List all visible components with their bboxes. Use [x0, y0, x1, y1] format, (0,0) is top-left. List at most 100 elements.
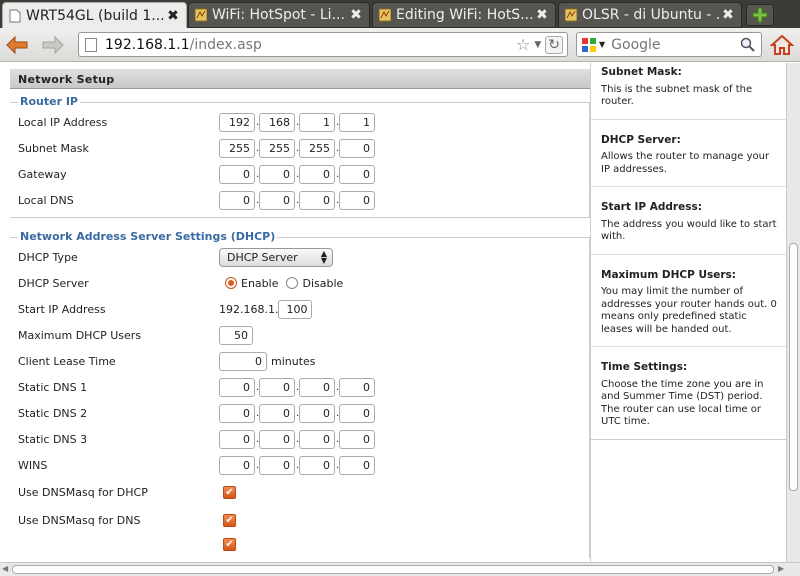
scroll-left-icon[interactable]: ◀ [2, 564, 8, 573]
form-row: Use DNSMasq for DNS ✔ [18, 506, 589, 534]
tab-wifi-hotspot[interactable]: WiFi: HotSpot - Li... ✖ [188, 2, 370, 28]
back-button[interactable] [4, 33, 30, 57]
horizontal-scrollbar[interactable]: ◀ ▶ [0, 562, 800, 576]
wiki-icon [195, 8, 207, 22]
ip-octet-input[interactable]: 0 [299, 429, 335, 449]
ip-octet-input[interactable]: 0 [339, 190, 375, 210]
ip-octet-input[interactable]: 0 [339, 164, 375, 184]
dhcp-type-select[interactable]: DHCP Server ▲ ▼ [219, 247, 333, 267]
help-title: DHCP Server: [601, 133, 681, 146]
ip-octet-input[interactable]: 0 [219, 164, 255, 184]
lease-time-input[interactable]: 0 [219, 351, 267, 371]
ip-octet-input[interactable]: 255 [299, 138, 335, 158]
help-title: Start IP Address: [601, 201, 702, 213]
max-users-input[interactable]: 50 [219, 325, 253, 345]
forward-button[interactable] [40, 33, 66, 57]
radio-label: Enable [241, 276, 279, 290]
form-row: DHCP Type DHCP Server ▲ ▼ [18, 244, 589, 270]
wiki-icon [565, 8, 577, 22]
field-label: Subnet Mask [18, 141, 89, 155]
google-icon [582, 37, 596, 52]
help-item: DHCP Server: Allows the router to manage… [591, 120, 786, 187]
close-icon[interactable]: ✖ [166, 9, 180, 23]
close-icon[interactable]: ✖ [535, 8, 549, 22]
ip-octet-input[interactable]: 0 [299, 455, 335, 475]
ip-octet-input[interactable]: 0 [339, 455, 375, 475]
forward-arrow-icon [42, 35, 64, 55]
ip-octet-input[interactable]: 0 [219, 377, 255, 397]
new-tab-button[interactable] [746, 4, 774, 26]
ip-octet-input[interactable]: 0 [219, 190, 255, 210]
dnsmasq-dhcp-checkbox[interactable]: ✔ [223, 485, 236, 499]
next-checkbox[interactable]: ✔ [223, 537, 236, 551]
dnsmasq-dns-checkbox[interactable]: ✔ [223, 513, 236, 527]
section-title: Network Setup [10, 69, 590, 89]
tab-editing-wifi[interactable]: Editing WiFi: HotS... ✖ [372, 2, 556, 28]
ip-octet-input[interactable]: 1 [299, 112, 335, 132]
ip-octet-input[interactable]: 0 [299, 377, 335, 397]
search-icon[interactable] [740, 37, 756, 53]
close-icon[interactable]: ✖ [349, 8, 363, 22]
form-row: Local IP Address 192. 168. 1. 1 [18, 109, 589, 135]
scrollbar-thumb[interactable] [12, 565, 774, 574]
ip-octet-input[interactable]: 0 [339, 138, 375, 158]
vertical-scrollbar[interactable] [786, 63, 800, 562]
ip-octet-input[interactable]: 0 [339, 377, 375, 397]
main-column: Network Setup Router IP Local IP Address… [10, 63, 590, 558]
tab-title: WRT54GL (build 1... [26, 7, 165, 24]
dropdown-arrow-icon[interactable]: ▼ [599, 40, 605, 49]
scroll-right-icon[interactable]: ▶ [778, 564, 784, 573]
reload-icon[interactable]: ↻ [545, 35, 563, 54]
ip-octet-input[interactable]: 0 [219, 455, 255, 475]
ip-octet-input[interactable]: 0 [339, 429, 375, 449]
tab-title: Editing WiFi: HotS... [396, 7, 534, 23]
ip-octet-input[interactable]: 0 [259, 377, 295, 397]
ip-octet-input[interactable]: 0 [259, 164, 295, 184]
help-item: Time Settings: Choose the time zone you … [591, 347, 786, 440]
enable-radio[interactable] [225, 277, 237, 289]
form-row: DHCP Server Enable Disable [18, 270, 589, 296]
ip-prefix: 192.168.1. [219, 302, 279, 316]
form-row: Subnet Mask 255. 255. 255. 0 [18, 135, 589, 161]
tab-olsr[interactable]: OLSR - di Ubuntu - ... ✖ [558, 2, 742, 28]
form-row: Gateway 0. 0. 0. 0 [18, 161, 589, 187]
scrollbar-thumb[interactable] [789, 243, 798, 491]
navigation-bar: 192.168.1.1/index.asp ☆ ▼ ↻ ▼ [0, 28, 800, 62]
ip-octet-input[interactable]: 0 [259, 455, 295, 475]
field-label: Use DNSMasq for DNS [18, 513, 141, 527]
disable-radio[interactable] [286, 277, 299, 289]
tab-wrt54gl[interactable]: WRT54GL (build 1... ✖ [2, 2, 187, 28]
help-text: Allows the router to manage your IP addr… [601, 151, 770, 175]
search-input[interactable] [611, 36, 732, 53]
ip-octet-input[interactable]: 0 [339, 403, 375, 423]
field-label: Client Lease Time [18, 354, 116, 368]
page-content: Network Setup Router IP Local IP Address… [0, 63, 786, 562]
ip-octet-input[interactable]: 192 [219, 112, 255, 132]
radio-label: Disable [302, 276, 344, 290]
ip-octet-input[interactable]: 0 [299, 164, 335, 184]
plus-icon [752, 7, 768, 23]
ip-octet-input[interactable]: 0 [259, 403, 295, 423]
home-button[interactable] [768, 32, 796, 58]
field-label: Static DNS 2 [18, 406, 88, 420]
ip-octet-input[interactable]: 1 [339, 112, 375, 132]
url-path: /index.asp [189, 36, 262, 53]
unit-label: minutes [271, 354, 316, 368]
help-text: Choose the time zone you are in and Summ… [601, 378, 764, 428]
url-bar[interactable]: 192.168.1.1/index.asp ☆ ▼ ↻ [78, 32, 568, 57]
close-icon[interactable]: ✖ [721, 8, 735, 22]
ip-octet-input[interactable]: 255 [259, 138, 295, 158]
ip-octet-input[interactable]: 0 [219, 403, 255, 423]
search-bar[interactable]: ▼ [576, 32, 762, 57]
ip-octet-input[interactable]: 0 [259, 429, 295, 449]
ip-octet-input[interactable]: 0 [219, 429, 255, 449]
start-ip-input[interactable]: 100 [278, 299, 313, 319]
bookmark-star-icon[interactable]: ☆ [516, 35, 530, 54]
dropdown-arrow-icon[interactable]: ▼ [534, 40, 541, 50]
ip-octet-input[interactable]: 168 [259, 112, 295, 132]
ip-octet-input[interactable]: 0 [299, 403, 335, 423]
ip-octet-input[interactable]: 0 [299, 190, 335, 210]
ip-octet-input[interactable]: 255 [219, 138, 255, 158]
ip-octet-input[interactable]: 0 [259, 190, 295, 210]
field-label: Maximum DHCP Users [18, 328, 142, 342]
